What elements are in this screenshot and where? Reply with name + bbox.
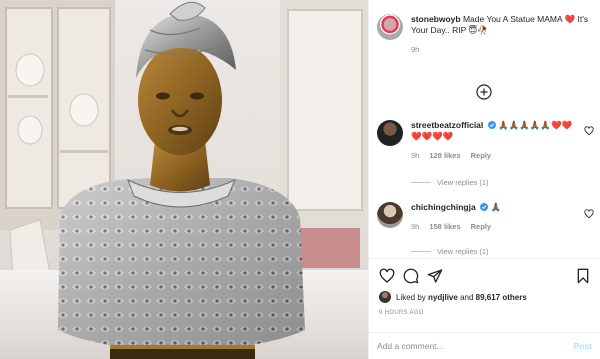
liked-by-and: and [460, 292, 474, 302]
comment-username[interactable]: streetbeatzofficial [411, 120, 483, 130]
view-replies-label: View replies (1) [437, 178, 489, 187]
comment-reply-button[interactable]: Reply [471, 151, 491, 160]
comment-content: 🙏🏾 [490, 202, 502, 212]
add-comment-bar: Post [369, 332, 600, 359]
comment-item: streetbeatzofficial 🙏🏾🙏🏾🙏🏾🙏🏾🙏🏾❤️❤️❤️❤️❤️… [377, 120, 594, 160]
comment-time[interactable]: 9h [411, 222, 419, 231]
comment-avatar[interactable] [377, 120, 403, 146]
liker-avatar[interactable] [379, 291, 391, 303]
comment-item: chichingchingja 🙏🏾 9h 158 likes Reply [377, 202, 594, 231]
comment-meta: 9h 128 likes Reply [411, 151, 581, 160]
view-replies-line [411, 251, 431, 252]
add-comment-input[interactable] [377, 341, 574, 351]
comment-likes[interactable]: 158 likes [429, 222, 460, 231]
caption-text: stonebwoyb Made You A Statue MAMA ❤️ It'… [411, 14, 591, 36]
liked-by-text: Liked by nydjlive and 89,617 others [396, 293, 527, 302]
comment-avatar[interactable] [377, 202, 403, 228]
statue-photo-illustration [0, 0, 368, 359]
caption-meta: 9h [411, 45, 591, 54]
post-date[interactable]: 9 HOURS AGO [379, 310, 424, 316]
like-heart-icon[interactable] [379, 268, 395, 284]
verified-badge-icon [480, 203, 489, 211]
view-replies-label: View replies (1) [437, 247, 489, 256]
comment-likes[interactable]: 128 likes [429, 151, 460, 160]
liked-by-prefix: Liked by [396, 292, 426, 302]
comment-time[interactable]: 9h [411, 151, 419, 160]
view-replies-line [411, 182, 431, 183]
comment-bubble-icon[interactable] [403, 268, 419, 284]
liked-by-user[interactable]: nydjlive [428, 293, 458, 302]
comment-like-heart-icon[interactable] [584, 209, 594, 219]
caption-row: stonebwoyb Made You A Statue MAMA ❤️ It'… [377, 14, 594, 54]
view-replies-button[interactable]: View replies (1) [411, 247, 489, 256]
verified-badge-icon [487, 121, 496, 129]
comment-body: chichingchingja 🙏🏾 9h 158 likes Reply [411, 202, 581, 231]
comment-meta: 9h 158 likes Reply [411, 222, 581, 231]
author-username[interactable]: stonebwoyb [411, 14, 461, 24]
author-avatar[interactable] [377, 14, 403, 40]
comment-text: chichingchingja 🙏🏾 [411, 202, 581, 213]
post-side-panel: stonebwoyb Made You A Statue MAMA ❤️ It'… [368, 0, 600, 359]
liked-by-summary: Liked by nydjlive and 89,617 others [379, 291, 527, 303]
bookmark-icon[interactable] [575, 268, 591, 284]
instagram-post: stonebwoyb Made You A Statue MAMA ❤️ It'… [0, 0, 600, 359]
comment-like-heart-icon[interactable] [584, 126, 594, 136]
post-comment-button[interactable]: Post [574, 341, 592, 351]
comment-body: streetbeatzofficial 🙏🏾🙏🏾🙏🏾🙏🏾🙏🏾❤️❤️❤️❤️❤️… [411, 120, 581, 160]
load-more-comments-icon[interactable] [476, 84, 492, 100]
caption-time[interactable]: 9h [411, 45, 419, 54]
comment-text: streetbeatzofficial 🙏🏾🙏🏾🙏🏾🙏🏾🙏🏾❤️❤️❤️❤️❤️… [411, 120, 581, 142]
post-actions: Liked by nydjlive and 89,617 others 9 HO… [369, 258, 600, 358]
share-paper-plane-icon[interactable] [427, 268, 443, 284]
caption-body: stonebwoyb Made You A Statue MAMA ❤️ It'… [411, 14, 591, 54]
view-replies-button[interactable]: View replies (1) [411, 178, 489, 187]
post-photo[interactable] [0, 0, 368, 359]
comment-username[interactable]: chichingchingja [411, 202, 476, 212]
comment-reply-button[interactable]: Reply [471, 222, 491, 231]
liked-by-count[interactable]: 89,617 others [476, 293, 527, 302]
